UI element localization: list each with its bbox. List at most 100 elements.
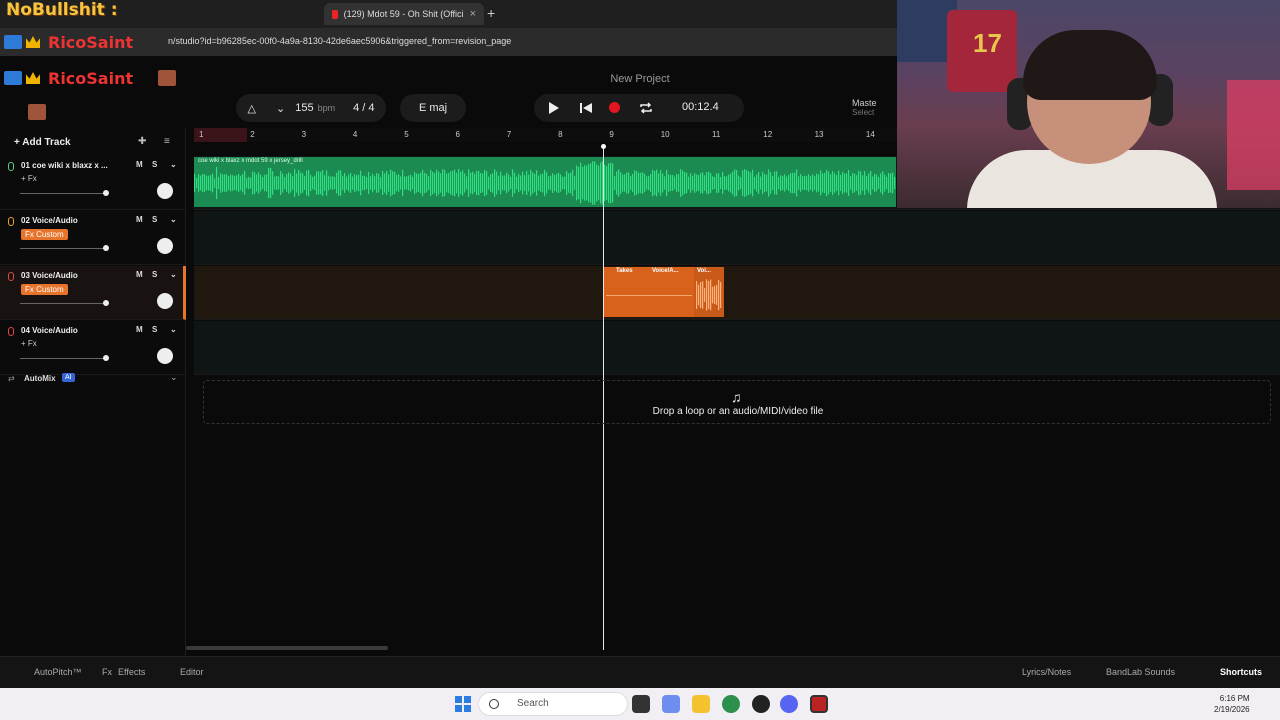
track-header-2[interactable]: 02 Voice/Audio M S ⌄ Fx Custom: [0, 211, 186, 265]
chevron-down-icon[interactable]: ⌄: [170, 215, 177, 224]
chrome-icon[interactable]: [722, 695, 740, 713]
fx-custom-button[interactable]: Fx Custom: [21, 284, 68, 295]
chevron-down-icon[interactable]: ⌄: [170, 160, 177, 169]
windows-start-icon[interactable]: [455, 696, 471, 712]
waveform-bar: [510, 176, 512, 190]
volume-slider[interactable]: [20, 300, 109, 306]
waveform-bar: [484, 169, 486, 197]
undo-icon[interactable]: [28, 104, 46, 120]
volume-slider[interactable]: [20, 355, 109, 361]
add-track-button[interactable]: + Add Track: [14, 137, 71, 148]
filter-icon[interactable]: ≡: [164, 136, 170, 147]
audio-clip-takes[interactable]: Takes Voice/A...: [604, 267, 694, 317]
waveform-bar: [716, 285, 718, 305]
time-signature[interactable]: 4 / 4: [353, 102, 374, 114]
track-lane-3[interactable]: [194, 266, 1280, 320]
audio-clip-beat[interactable]: coe wiki x blaxz x mdot 59 x jersey_dril…: [194, 157, 896, 207]
system-clock[interactable]: 6:16 PM 2/19/2026: [1214, 693, 1250, 715]
loop-button[interactable]: [639, 101, 653, 115]
waveform-bar: [318, 171, 320, 195]
master-track-button[interactable]: Maste Select: [852, 98, 877, 117]
play-button[interactable]: [549, 102, 559, 114]
pan-knob[interactable]: [157, 293, 173, 309]
effects-button[interactable]: Effects: [118, 667, 145, 677]
solo-button[interactable]: S: [152, 270, 157, 279]
file-explorer-icon[interactable]: [692, 695, 710, 713]
ruler-tick: 10: [660, 130, 670, 139]
copilot-icon[interactable]: [662, 695, 680, 713]
volume-slider[interactable]: [20, 245, 109, 251]
playhead-cap[interactable]: [601, 144, 606, 149]
waveform-bar: [878, 176, 880, 190]
shortcuts-button[interactable]: Shortcuts: [1220, 667, 1262, 677]
track-name[interactable]: 04 Voice/Audio: [21, 326, 78, 335]
task-view-icon[interactable]: [632, 695, 650, 713]
track-lane-2[interactable]: [194, 211, 1280, 265]
drop-zone[interactable]: ♫ Drop a loop or an audio/MIDI/video fil…: [203, 380, 1271, 424]
solo-button[interactable]: S: [152, 160, 157, 169]
taskbar-search[interactable]: Search: [478, 692, 628, 716]
close-tab-icon[interactable]: ×: [470, 8, 476, 20]
mute-button[interactable]: M: [136, 215, 143, 224]
waveform-bar: [340, 170, 342, 196]
track-name[interactable]: 01 coe wiki x blaxz x ...: [21, 161, 108, 170]
waveform-bar: [272, 171, 274, 195]
bandlab-sounds-button[interactable]: BandLab Sounds: [1106, 667, 1175, 677]
volume-knob[interactable]: [103, 245, 109, 251]
tuning-fork-icon[interactable]: ✚: [138, 136, 146, 147]
epic-icon[interactable]: [810, 695, 828, 713]
key-selector[interactable]: E maj: [400, 94, 466, 122]
metronome-icon[interactable]: △: [248, 102, 256, 115]
track-name[interactable]: 03 Voice/Audio: [21, 271, 78, 280]
pan-knob[interactable]: [157, 238, 173, 254]
audio-clip-voice[interactable]: Voi...: [694, 267, 724, 317]
waveform-bar: [362, 175, 364, 191]
discord-icon[interactable]: [780, 695, 798, 713]
waveform-bar: [716, 173, 718, 193]
volume-knob[interactable]: [103, 355, 109, 361]
track-name[interactable]: 02 Voice/Audio: [21, 216, 78, 225]
volume-slider[interactable]: [20, 190, 109, 196]
record-button[interactable]: [609, 102, 620, 113]
autopitch-button[interactable]: AutoPitch™: [34, 667, 82, 677]
chevron-down-icon[interactable]: ⌄: [170, 372, 178, 383]
volume-knob[interactable]: [103, 300, 109, 306]
editor-button[interactable]: Editor: [180, 667, 204, 677]
rewind-button[interactable]: [579, 101, 593, 115]
new-tab-button[interactable]: +: [487, 5, 495, 21]
waveform-bar: [646, 176, 648, 190]
mute-button[interactable]: M: [136, 325, 143, 334]
chevron-down-icon[interactable]: ⌄: [170, 270, 177, 279]
mute-button[interactable]: M: [136, 160, 143, 169]
lyrics-notes-button[interactable]: Lyrics/Notes: [1022, 667, 1071, 677]
mute-button[interactable]: M: [136, 270, 143, 279]
waveform-bar: [792, 172, 794, 194]
track-lane-4[interactable]: [194, 321, 1280, 375]
solo-button[interactable]: S: [152, 215, 157, 224]
automix-button[interactable]: AutoMix: [24, 374, 56, 383]
track-header-1[interactable]: 01 coe wiki x blaxz x ... M S ⌄ + Fx: [0, 156, 186, 210]
fx-custom-button[interactable]: Fx Custom: [21, 229, 68, 240]
waveform-bar: [238, 174, 240, 192]
solo-button[interactable]: S: [152, 325, 157, 334]
tempo-control[interactable]: △ ⌄ 155 bpm 4 / 4: [236, 94, 386, 122]
url-text[interactable]: n/studio?id=b96285ec-00f0-4a9a-8130-42de…: [168, 36, 511, 46]
horizontal-scrollbar[interactable]: [186, 646, 388, 650]
fx-button[interactable]: + Fx: [21, 174, 37, 183]
pan-knob[interactable]: [157, 183, 173, 199]
volume-knob[interactable]: [103, 190, 109, 196]
track-header-3[interactable]: 03 Voice/Audio M S ⌄ Fx Custom: [0, 266, 186, 320]
chevron-down-icon[interactable]: ⌄: [170, 325, 177, 334]
waveform-bar: [218, 176, 220, 190]
browser-tab-youtube[interactable]: (129) Mdot 59 - Oh Shit (Offici ×: [324, 3, 484, 25]
waveform-bar: [844, 173, 846, 193]
track-header-4[interactable]: 04 Voice/Audio M S ⌄ + Fx: [0, 321, 186, 375]
waveform-bar: [708, 171, 710, 195]
fx-button[interactable]: + Fx: [21, 339, 37, 348]
app-icon[interactable]: [752, 695, 770, 713]
project-title[interactable]: New Project: [540, 73, 740, 85]
chevron-down-icon[interactable]: ⌄: [276, 102, 285, 115]
waveform-bar: [748, 170, 750, 196]
bpm-value[interactable]: 155: [295, 102, 313, 114]
pan-knob[interactable]: [157, 348, 173, 364]
